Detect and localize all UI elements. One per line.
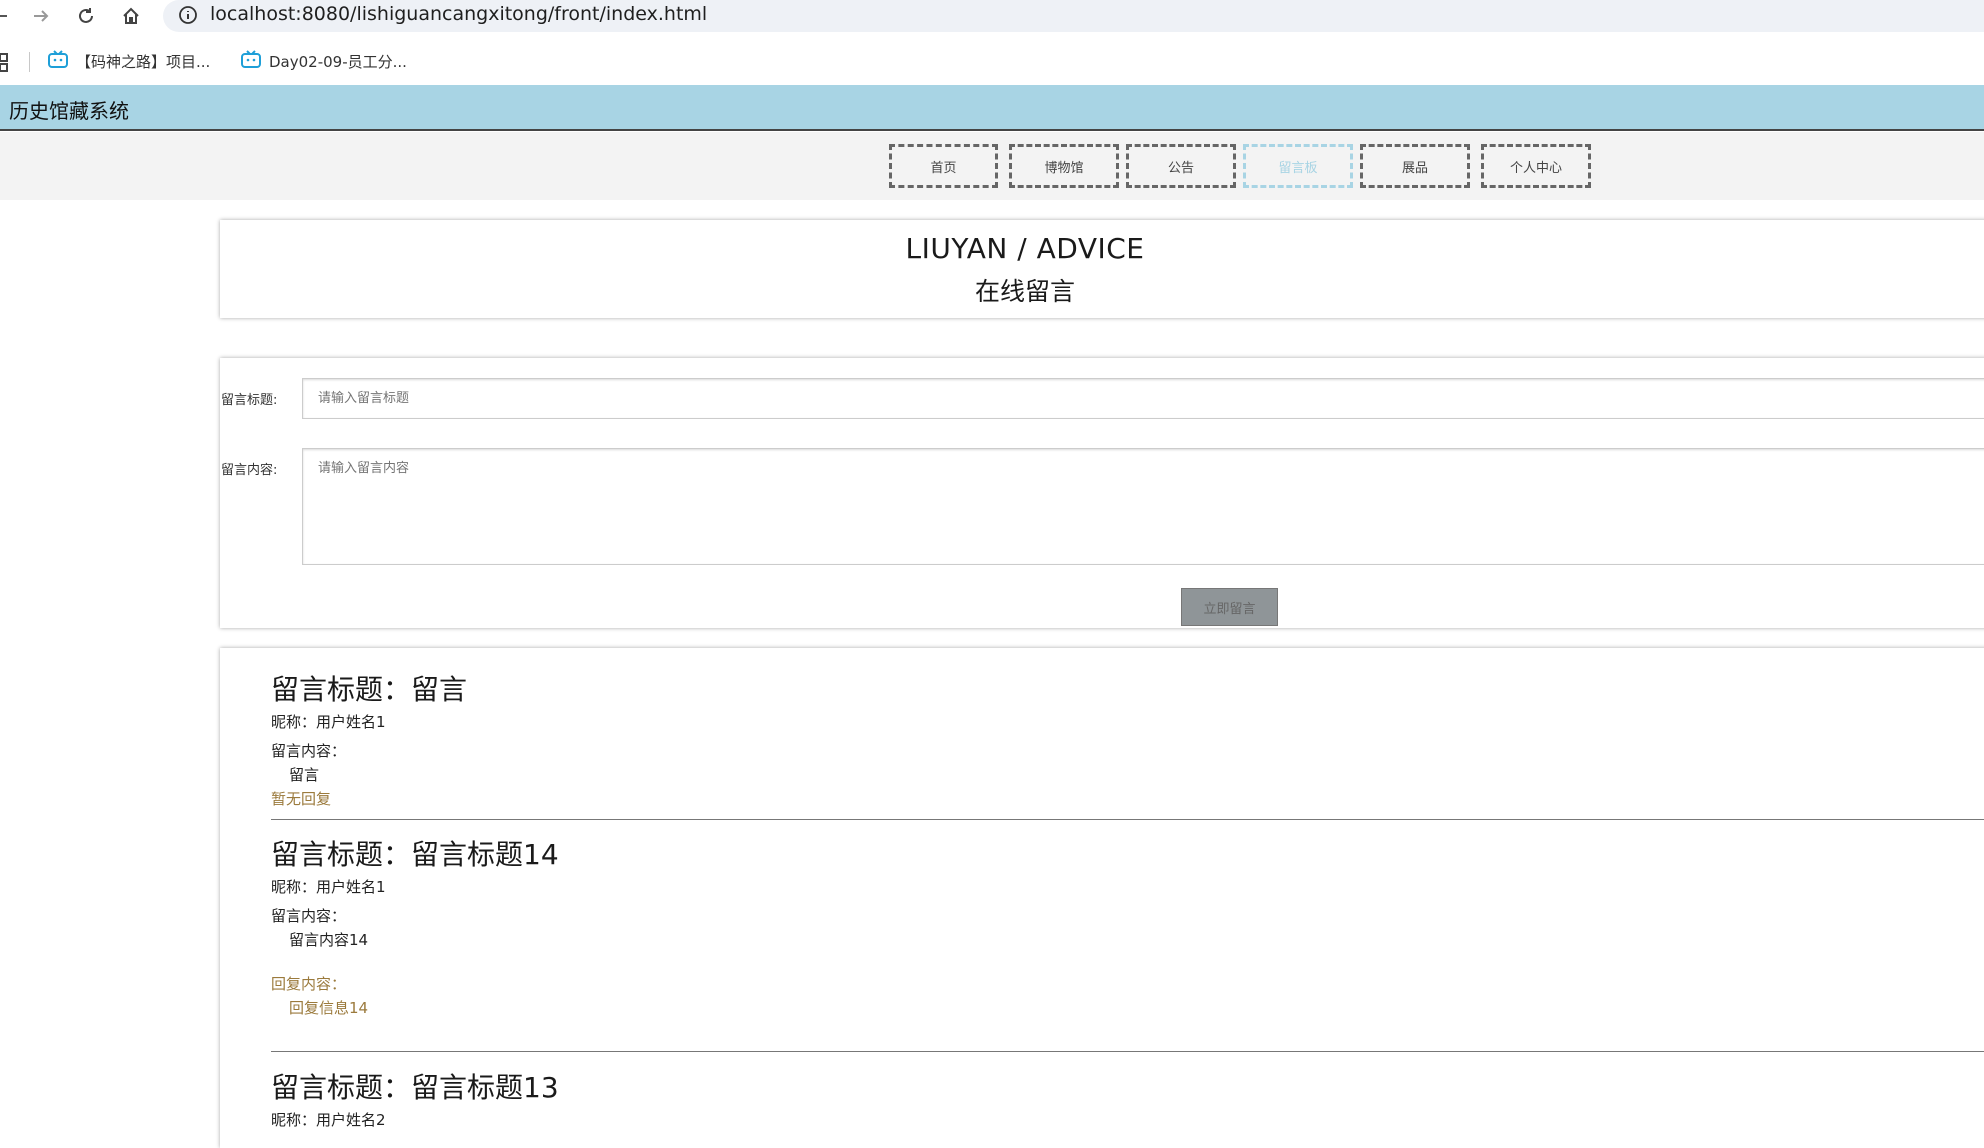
nav-museum[interactable]: 博物馆: [1009, 144, 1119, 188]
browser-toolbar: localhost:8080/lishiguancangxitong/front…: [0, 0, 1984, 34]
main-nav: 首页 博物馆 公告 留言板 展品 个人中心: [0, 132, 1984, 200]
bookmark-label: 【码神之路】项目...: [76, 52, 211, 71]
nav-personal-center[interactable]: 个人中心: [1481, 144, 1591, 188]
heading-chinese: 在线留言: [974, 277, 1075, 306]
reload-icon[interactable]: [72, 2, 100, 30]
site-info-icon[interactable]: [178, 5, 198, 25]
nav-announcement[interactable]: 公告: [1126, 144, 1236, 188]
message-list: 留言标题：留言 昵称：用户姓名1 留言内容： 留言 暂无回复 留言标题：留言标题…: [220, 648, 1984, 1148]
heading-english: LIUYAN / ADVICE: [905, 232, 1145, 265]
bookmark-item[interactable]: Day02-09-员工分...: [241, 48, 407, 74]
site-title: 历史馆藏系统: [9, 99, 129, 123]
message-content: 留言: [289, 766, 320, 784]
content-label: 留言内容:: [221, 463, 278, 478]
bookmarks-bar: 【码神之路】项目... Day02-09-员工分...: [0, 44, 1984, 80]
back-icon[interactable]: [0, 2, 14, 30]
reply-label: 回复内容：: [271, 975, 347, 993]
message-nickname: 昵称：用户姓名1: [271, 878, 386, 896]
message-content-label: 留言内容：: [271, 907, 347, 925]
bookmark-label: Day02-09-员工分...: [269, 52, 407, 71]
content-textarea[interactable]: [302, 448, 1984, 565]
message-form: 留言标题: 留言内容: 立即留言: [220, 358, 1984, 628]
nav-message-board[interactable]: 留言板: [1243, 144, 1353, 188]
page-heading: LIUYAN / ADVICE 在线留言: [220, 220, 1984, 318]
message-content-label: 留言内容：: [271, 742, 347, 760]
message-title: 留言标题：留言标题13: [271, 1071, 559, 1104]
nav-home[interactable]: 首页: [889, 144, 998, 188]
divider: [271, 1051, 1984, 1052]
message-title: 留言标题：留言标题14: [271, 838, 559, 871]
submit-button[interactable]: 立即留言: [1181, 588, 1278, 626]
reply-status: 暂无回复: [271, 790, 332, 808]
title-label: 留言标题:: [221, 393, 278, 408]
url-text[interactable]: localhost:8080/lishiguancangxitong/front…: [210, 3, 707, 25]
bookmark-item[interactable]: 【码神之路】项目...: [48, 48, 210, 74]
title-input[interactable]: [302, 378, 1984, 419]
forward-icon[interactable]: [27, 2, 55, 30]
bilibili-icon: [48, 50, 68, 72]
site-header: 历史馆藏系统: [0, 85, 1984, 131]
nav-exhibits[interactable]: 展品: [1360, 144, 1470, 188]
apps-icon[interactable]: [0, 52, 10, 72]
home-icon[interactable]: [117, 2, 145, 30]
bookmark-separator: [29, 52, 30, 72]
message-nickname: 昵称：用户姓名1: [271, 713, 386, 731]
message-title: 留言标题：留言: [271, 673, 468, 706]
divider: [271, 819, 1984, 820]
bilibili-icon: [241, 50, 261, 72]
message-content: 留言内容14: [289, 931, 369, 949]
reply-content: 回复信息14: [289, 999, 369, 1017]
message-nickname: 昵称：用户姓名2: [271, 1111, 386, 1129]
